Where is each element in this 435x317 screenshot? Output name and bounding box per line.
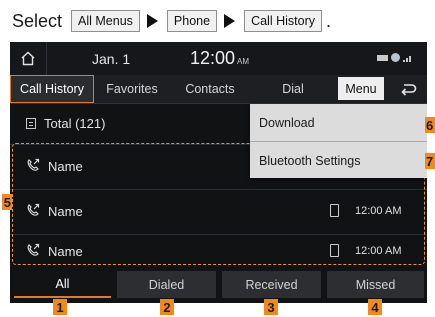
tab-contacts[interactable]: Contacts — [170, 75, 250, 103]
filter-bar: All Dialed Received Missed — [10, 268, 427, 303]
list-icon — [26, 118, 36, 129]
callout-badge-7: 7 — [425, 153, 435, 169]
instruction-select-text: Select — [12, 10, 63, 31]
filter-missed-button[interactable]: Missed — [327, 271, 424, 298]
battery-icon — [377, 54, 388, 61]
instruction-period: . — [325, 10, 331, 31]
callout-badge-3: 3 — [264, 299, 278, 315]
call-row[interactable]: Name 12:00 AM — [10, 190, 427, 235]
callout-badge-6: 6 — [425, 117, 435, 133]
menu-dropdown: Download Bluetooth Settings — [250, 104, 427, 178]
outgoing-call-icon — [27, 158, 40, 171]
bluetooth-icon — [391, 53, 400, 62]
mobile-phone-icon — [330, 204, 339, 217]
callout-badge-5: 5 — [2, 194, 12, 210]
arrow-right-icon — [224, 14, 236, 28]
home-icon — [21, 51, 35, 66]
callout-badge-1: 1 — [53, 299, 67, 315]
menu-item-download[interactable]: Download — [250, 104, 427, 141]
filter-dialed-button[interactable]: Dialed — [117, 271, 216, 298]
tab-call-history[interactable]: Call History — [10, 75, 94, 103]
tab-bar: Call History Favorites Contacts Dial Men… — [10, 75, 427, 104]
contact-name: Name — [48, 159, 83, 174]
infotainment-screen: Jan. 1 12:00 AM Call History Favorites Co… — [10, 42, 427, 303]
total-count: Total (121) — [44, 116, 106, 131]
call-row[interactable]: Name 12:00 AM — [10, 235, 427, 267]
filter-all-button[interactable]: All — [14, 271, 111, 298]
step-call-history: Call History — [244, 10, 322, 32]
status-icons — [377, 53, 413, 62]
status-bar: Jan. 1 12:00 AM — [10, 42, 427, 75]
signal-icon — [403, 55, 411, 62]
menu-button[interactable]: Menu — [338, 77, 384, 100]
callout-badge-4: 4 — [368, 299, 382, 315]
back-button[interactable] — [388, 75, 427, 103]
contact-name: Name — [48, 244, 83, 259]
instruction-line: Select All Menus Phone Call History . — [12, 6, 331, 36]
call-time: 12:00 AM — [355, 245, 402, 257]
outgoing-call-icon — [27, 243, 40, 256]
tab-favorites[interactable]: Favorites — [96, 75, 168, 103]
outgoing-call-icon — [27, 203, 40, 216]
status-date: Jan. 1 — [92, 51, 131, 67]
arrow-right-icon — [146, 14, 158, 28]
status-clock: 12:00 AM — [190, 48, 249, 69]
home-button[interactable] — [10, 42, 47, 75]
status-ampm: AM — [237, 57, 250, 66]
call-time: 12:00 AM — [355, 205, 402, 217]
back-icon — [400, 84, 416, 96]
filter-received-button[interactable]: Received — [222, 271, 321, 298]
menu-item-bluetooth-settings[interactable]: Bluetooth Settings — [250, 142, 427, 179]
step-all-menus: All Menus — [71, 10, 140, 32]
callout-badge-2: 2 — [160, 299, 174, 315]
contact-name: Name — [48, 204, 83, 219]
mobile-phone-icon — [330, 244, 339, 257]
step-phone: Phone — [166, 10, 218, 32]
tab-dial[interactable]: Dial — [252, 75, 334, 103]
status-time: 12:00 — [190, 48, 236, 68]
